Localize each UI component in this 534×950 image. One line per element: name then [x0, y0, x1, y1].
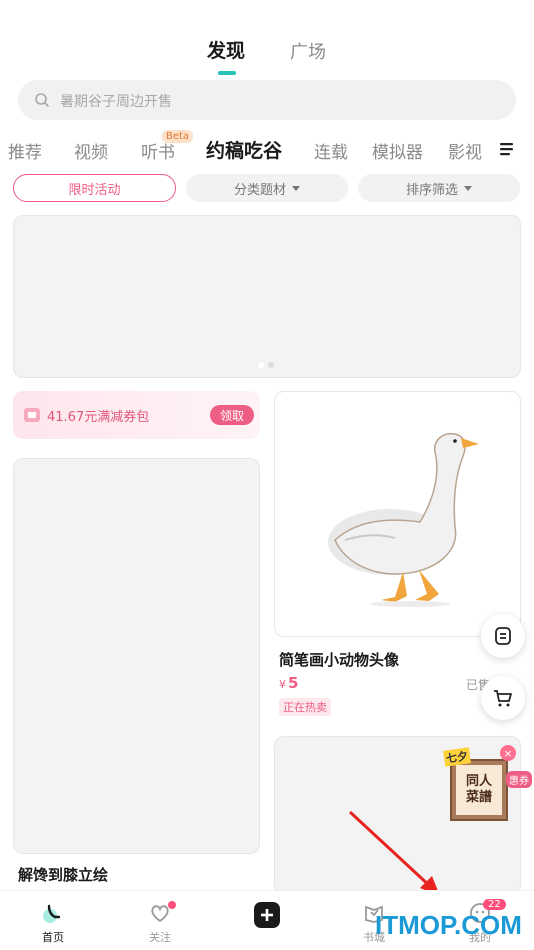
tab-square[interactable]: 广场: [290, 38, 326, 64]
search-icon: [35, 93, 49, 107]
notes-float-button[interactable]: [481, 614, 525, 658]
message-count-badge: 22: [483, 899, 506, 910]
category-serial[interactable]: 连载: [314, 138, 348, 163]
nav-home-label: 首页: [42, 931, 64, 944]
hot-sale-tag: 正在热卖: [279, 698, 331, 716]
close-icon[interactable]: ×: [500, 745, 516, 761]
coupon-banner[interactable]: 41.67元满减券包 领取: [13, 391, 260, 439]
product-title[interactable]: 简笔画小动物头像: [279, 649, 399, 670]
product-card-image[interactable]: [13, 458, 260, 854]
banner-carousel[interactable]: [13, 215, 521, 378]
search-placeholder: 暑期谷子周边开售: [60, 94, 172, 110]
cart-icon: [494, 690, 512, 707]
beta-badge: Beta: [162, 130, 194, 143]
coupon-claim-button[interactable]: 领取: [210, 405, 254, 425]
product-title[interactable]: 解馋到膝立绘: [18, 864, 108, 885]
promo-badge: 惠券: [506, 771, 532, 788]
carousel-dot: [258, 362, 264, 368]
tab-discover[interactable]: 发现: [207, 36, 245, 63]
nav-follow[interactable]: 关注: [130, 901, 190, 945]
annotation-arrow-icon: [348, 810, 440, 896]
dropdown-arrow-icon: [464, 185, 472, 191]
category-film[interactable]: 影视: [448, 138, 482, 163]
filter-category-label: 分类题材: [233, 182, 286, 198]
filter-sort-label: 排序筛选: [405, 182, 458, 198]
category-video[interactable]: 视频: [74, 138, 108, 163]
filter-limited-label: 限时活动: [68, 182, 121, 198]
product-price: ¥5: [279, 674, 299, 692]
notification-dot: [168, 901, 176, 909]
coupon-text: 41.67元满减券包: [47, 410, 150, 425]
nav-create[interactable]: [237, 901, 297, 929]
filter-sort[interactable]: 排序筛选: [358, 174, 520, 202]
promo-sticker[interactable]: 同人 菜譜 七夕 惠券 ×: [443, 745, 534, 823]
category-simulator[interactable]: 模拟器: [372, 138, 423, 163]
nav-home[interactable]: 首页: [23, 901, 83, 945]
site-watermark: ITMOP.COM: [375, 910, 522, 940]
carousel-dot: [268, 362, 274, 368]
home-icon: [43, 904, 61, 923]
active-tab-indicator: [218, 71, 236, 75]
add-icon: [254, 902, 280, 928]
search-bar[interactable]: 暑期谷子周边开售: [18, 80, 516, 120]
goose-illustration: [328, 432, 479, 607]
category-bar: 推荐 视频 听书 Beta 约稿吃谷 连载 模拟器 影视: [0, 130, 534, 166]
note-icon: [495, 627, 511, 645]
top-tabs: 发现 广场: [0, 36, 534, 80]
product-card-goose[interactable]: [274, 391, 521, 637]
carousel-dots: [258, 362, 274, 368]
filter-limited-activity[interactable]: 限时活动: [13, 174, 176, 202]
category-commission[interactable]: 约稿吃谷: [206, 136, 282, 163]
coupon-icon: [24, 408, 40, 422]
category-recommend[interactable]: 推荐: [8, 138, 42, 163]
promo-sign: 同人 菜譜: [450, 759, 508, 821]
nav-follow-label: 关注: [149, 931, 171, 944]
cart-float-button[interactable]: [481, 676, 525, 720]
menu-icon[interactable]: [498, 141, 516, 157]
filter-category[interactable]: 分类题材: [186, 174, 348, 202]
dropdown-arrow-icon: [292, 185, 300, 191]
promo-sign-text: 同人 菜譜: [456, 765, 502, 815]
